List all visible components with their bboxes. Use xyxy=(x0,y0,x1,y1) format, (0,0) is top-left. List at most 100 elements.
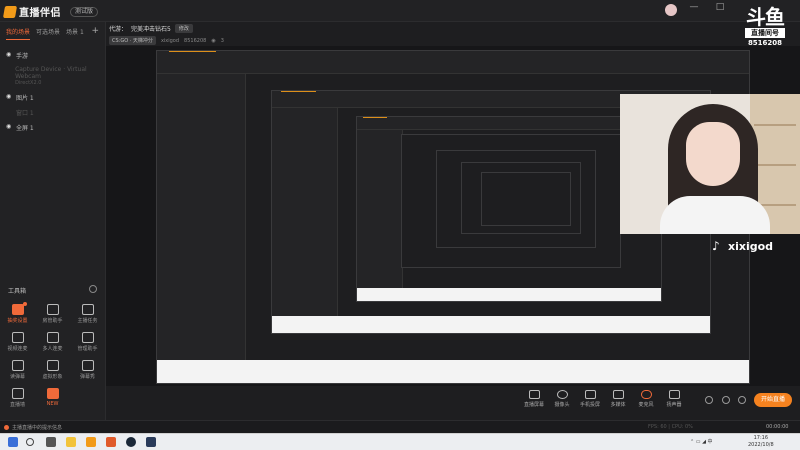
notice-text: 主播直播中的提示信息 xyxy=(12,425,63,431)
avatar[interactable] xyxy=(665,4,677,16)
minimize-button[interactable]: — xyxy=(686,2,702,12)
source-item-image[interactable]: ◉ 图片 1 xyxy=(0,90,105,105)
manage-icon xyxy=(81,332,94,343)
tool-danmaku-show[interactable]: 弹幕秀 xyxy=(70,360,105,380)
gift-icon xyxy=(11,304,24,315)
tiktok-overlay: ♪ xixigod xyxy=(712,240,774,254)
search-icon[interactable] xyxy=(26,438,34,446)
version-badge[interactable]: 测试版 xyxy=(70,6,99,17)
title-bar: 直播伴侣 测试版 — □ xyxy=(0,0,800,22)
tool-streamer-task[interactable]: 主播任务 xyxy=(70,304,105,324)
tool-virtual-avatar[interactable]: 虚拟形象 xyxy=(35,360,70,380)
tool-label: 抽奖设置 xyxy=(7,318,28,324)
toolbar-label: 麦克风 xyxy=(638,402,654,408)
douyu-room-tag: 直播间号 xyxy=(745,28,785,38)
add-media-button[interactable]: 多媒体 xyxy=(604,390,632,408)
source-item-mobile[interactable]: ◉ 手游 xyxy=(0,48,105,63)
tab-optional-scenes[interactable]: 可选场景 xyxy=(36,27,60,40)
nested-sidebar xyxy=(157,74,246,360)
source-label: 窗口 1 xyxy=(16,110,34,117)
douyu-icon[interactable] xyxy=(106,437,116,447)
shelf-line xyxy=(754,164,796,166)
go-live-button[interactable]: 开始直播 xyxy=(754,393,792,407)
app-name: 直播伴侣 xyxy=(19,8,61,19)
room-id: 8516208 xyxy=(184,37,207,44)
maximize-button[interactable]: □ xyxy=(712,2,728,12)
streamer-body xyxy=(660,196,770,234)
source-item-window[interactable]: 窗口 1 xyxy=(0,105,105,120)
tool-label: 多人连麦 xyxy=(42,346,63,352)
nested-sidebar xyxy=(272,107,338,317)
stream-meta-row: CS:GO · 天梯冲分 xixigod 8516208 ◉ 3 xyxy=(109,36,224,45)
tool-multi-link[interactable]: 多人连麦 xyxy=(35,332,70,352)
tool-label: 直播墙 xyxy=(9,402,25,408)
source-item-capture-device[interactable]: Capture Device · Virtual Webcam DirectX2.… xyxy=(0,63,105,90)
tool-read-danmaku[interactable]: 读弹幕 xyxy=(0,360,35,380)
tiktok-handle: xixigod xyxy=(728,240,774,253)
edit-title-button[interactable]: 修改 xyxy=(174,24,193,33)
mic-icon xyxy=(640,390,652,399)
source-item-fullscreen[interactable]: ◉ 全屏 1 xyxy=(0,120,105,135)
tool-video-link[interactable]: 视频连麦 xyxy=(0,332,35,352)
add-screen-button[interactable]: 直播屏幕 xyxy=(520,390,548,408)
category-badge[interactable]: CS:GO · 天梯冲分 xyxy=(109,36,156,45)
add-camera-button[interactable]: 摄像头 xyxy=(548,390,576,408)
toolbox-settings-icon[interactable] xyxy=(89,285,97,293)
tool-manage[interactable]: 管理助手 xyxy=(70,332,105,352)
source-label: 手游 xyxy=(16,53,29,60)
task-view-icon[interactable] xyxy=(46,437,56,447)
douyu-overlay: 斗鱼 直播间号 8516208 xyxy=(745,6,785,56)
tab-scene-1[interactable]: 场景 1 xyxy=(66,27,84,40)
tool-room-admin[interactable]: 房管助手 xyxy=(35,304,70,324)
nested-taskbar xyxy=(272,316,710,333)
eye-icon[interactable]: ◉ xyxy=(6,51,12,58)
speaker-button[interactable]: 扬声器 xyxy=(660,390,688,408)
tool-label: 虚拟形象 xyxy=(42,374,63,380)
nested-taskbar xyxy=(357,288,661,301)
alert-icon xyxy=(4,425,9,430)
system-tray[interactable]: ⌃ ▭ ◢ 中 xyxy=(690,437,730,447)
stream-title[interactable]: 完美冲击钻石5 xyxy=(131,24,171,33)
multi-link-icon xyxy=(46,332,59,343)
source-toolbar: 直播屏幕 摄像头 手机投屏 多媒体 麦克风 扬声器 xyxy=(520,390,688,408)
tool-lottery[interactable]: 抽奖设置 xyxy=(0,302,35,324)
title-prefix: 代游： xyxy=(109,26,128,33)
tool-label: 视频连麦 xyxy=(7,346,28,352)
douyu-room-number: 8516208 xyxy=(747,39,783,47)
tool-label: 读弹幕 xyxy=(9,374,25,380)
camera-icon xyxy=(556,390,568,399)
source-sublabel: DirectX2.0 xyxy=(15,80,42,86)
windows-start-icon[interactable] xyxy=(8,437,18,447)
sidebar: 我的场景 可选场景 场景 1 + ◉ 手游 Capture Device · V… xyxy=(0,22,106,433)
add-scene-button[interactable]: + xyxy=(91,27,99,40)
eye-icon[interactable]: ◉ xyxy=(6,93,12,100)
taskbar-clock[interactable]: 17:16 2022/10/8 xyxy=(748,435,774,449)
nested-logo xyxy=(168,51,217,53)
live-companion-icon[interactable] xyxy=(86,437,96,447)
nested-sidebar xyxy=(357,129,403,289)
tool-live-wall[interactable]: 直播墙 xyxy=(0,388,35,408)
mute-icon[interactable] xyxy=(722,396,730,404)
record-icon[interactable] xyxy=(705,396,713,404)
new-icon xyxy=(46,388,59,399)
tool-label: 管理助手 xyxy=(77,346,98,352)
video-link-icon xyxy=(11,332,24,343)
toolbar-label: 手机投屏 xyxy=(579,402,600,408)
tool-new[interactable]: NEW xyxy=(35,388,70,408)
file-explorer-icon[interactable] xyxy=(66,437,76,447)
user-shield-icon xyxy=(46,304,59,315)
streaming-app-window: 直播伴侣 测试版 — □ 我的场景 可选场景 场景 1 + ◉ 手游 Captu… xyxy=(0,0,800,433)
eye-icon[interactable]: ◉ xyxy=(6,123,12,130)
nested-topbar xyxy=(357,117,661,130)
microphone-button[interactable]: 麦克风 xyxy=(632,390,660,408)
viewer-count: 3 xyxy=(220,37,224,44)
settings-icon[interactable] xyxy=(738,396,746,404)
nested-topbar xyxy=(157,51,749,75)
tab-my-scenes[interactable]: 我的场景 xyxy=(6,27,31,40)
media-icon xyxy=(612,390,624,399)
app-icon[interactable] xyxy=(146,437,156,447)
tool-label: 主播任务 xyxy=(77,318,98,324)
phone-cast-button[interactable]: 手机投屏 xyxy=(576,390,604,408)
avatar-icon xyxy=(46,360,59,371)
steam-icon[interactable] xyxy=(126,437,136,447)
